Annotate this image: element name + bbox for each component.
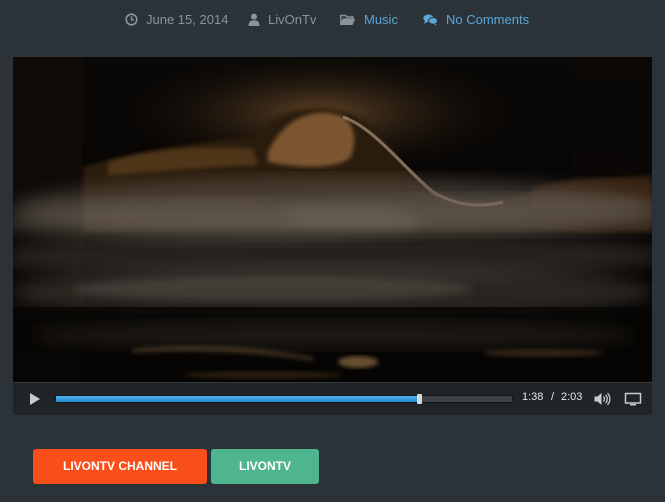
progress-bar[interactable] xyxy=(55,394,513,404)
volume-icon[interactable] xyxy=(593,391,611,407)
post-category: Music xyxy=(340,12,398,27)
clock-icon xyxy=(125,13,138,26)
user-icon xyxy=(248,13,260,26)
comments-icon xyxy=(423,14,438,26)
post-category-link[interactable]: Music xyxy=(364,12,398,27)
post-author-name[interactable]: LivOnTv xyxy=(268,12,316,27)
folder-icon xyxy=(340,14,356,26)
post-date: June 15, 2014 xyxy=(125,12,228,27)
livontv-button[interactable]: LIVONTV xyxy=(211,449,319,484)
progress-handle[interactable] xyxy=(417,394,423,404)
progress-fill xyxy=(56,396,420,402)
current-time: 1:38 xyxy=(522,391,544,403)
post-date-text: June 15, 2014 xyxy=(146,12,229,27)
livontv-channel-button[interactable]: LIVONTV CHANNEL xyxy=(33,449,207,484)
video-controls: 1:38 / 2:03 xyxy=(13,382,652,415)
play-icon[interactable] xyxy=(25,391,43,407)
duration: 2:03 xyxy=(561,391,583,403)
post-meta: June 15, 2014 LivOnTv Music No Comments xyxy=(0,12,665,30)
fullscreen-icon[interactable] xyxy=(624,392,642,406)
post-author: LivOnTv xyxy=(248,12,316,27)
page: June 15, 2014 LivOnTv Music No Comments … xyxy=(0,0,665,502)
video-player[interactable]: 1:38 / 2:03 xyxy=(13,57,652,415)
post-comments: No Comments xyxy=(423,12,529,27)
time-separator: / xyxy=(551,391,555,403)
video-frame[interactable] xyxy=(13,57,652,383)
post-comments-link[interactable]: No Comments xyxy=(446,12,529,27)
